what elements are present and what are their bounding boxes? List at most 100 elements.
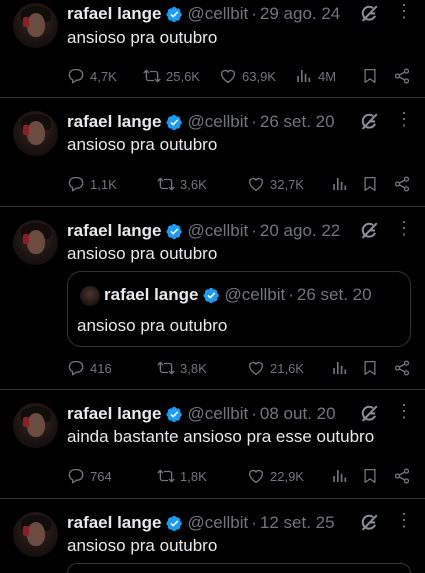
tweet-text: ainda bastante ansioso pra esse outubro xyxy=(67,427,375,446)
tweet-text: ansioso pra outubro xyxy=(67,135,218,154)
quoted-avatar xyxy=(80,286,100,306)
author-handle[interactable]: @cellbit xyxy=(188,112,249,132)
share-button[interactable] xyxy=(393,67,416,85)
reply-icon xyxy=(67,67,85,85)
like-icon xyxy=(247,175,265,193)
views-button[interactable] xyxy=(331,467,354,485)
reply-button[interactable]: 416 xyxy=(67,359,112,377)
repost-icon xyxy=(157,359,175,377)
tweet-header: rafael lange @cellbit · 29 ago. 24 xyxy=(67,4,340,24)
repost-button[interactable]: 3,8K xyxy=(157,359,207,377)
share-button[interactable] xyxy=(393,359,416,377)
reply-button[interactable]: 764 xyxy=(67,467,112,485)
tweet[interactable]: rafael lange @cellbit · 08 out. 20 ⋮ ain… xyxy=(0,390,425,499)
author-handle[interactable]: @cellbit xyxy=(188,404,249,424)
tweet-header: rafael lange @cellbit · 08 out. 20 xyxy=(67,404,336,424)
avatar[interactable] xyxy=(13,220,58,265)
author-name[interactable]: rafael lange xyxy=(67,513,162,533)
like-button[interactable]: 63,9K xyxy=(219,67,276,85)
views-button[interactable] xyxy=(331,175,354,193)
verified-badge-icon xyxy=(166,6,183,23)
avatar[interactable] xyxy=(13,512,58,557)
tweet[interactable]: rafael lange @cellbit · 26 set. 20 ⋮ ans… xyxy=(0,98,425,207)
author-handle[interactable]: @cellbit xyxy=(188,513,249,533)
share-icon xyxy=(393,67,411,85)
tweet-date[interactable]: 29 ago. 24 xyxy=(260,4,340,24)
like-icon xyxy=(219,67,237,85)
repost-button[interactable]: 1,8K xyxy=(157,467,207,485)
avatar[interactable] xyxy=(13,403,58,448)
separator-dot: · xyxy=(251,404,257,423)
action-bar: 4,7K 25,6K 63,9K 4M xyxy=(67,67,412,89)
reply-icon xyxy=(67,175,85,193)
tweet[interactable]: rafael lange @cellbit · 29 ago. 24 ⋮ ans… xyxy=(0,0,425,98)
repost-icon xyxy=(143,67,161,85)
quoted-header: rafael lange @cellbit · 26 set. 20 xyxy=(104,285,372,305)
media-preview[interactable] xyxy=(67,563,411,573)
bookmark-icon xyxy=(361,467,379,485)
repost-icon xyxy=(157,467,175,485)
tweet-date[interactable]: 20 ago. 22 xyxy=(260,221,340,241)
reply-button[interactable]: 4,7K xyxy=(67,67,117,85)
like-count: 63,9K xyxy=(242,68,276,84)
grok-icon[interactable] xyxy=(358,512,380,534)
verified-badge-icon xyxy=(166,223,183,240)
author-handle[interactable]: @cellbit xyxy=(188,221,249,241)
avatar[interactable] xyxy=(13,111,58,156)
share-icon xyxy=(393,175,411,193)
reply-count: 764 xyxy=(90,468,112,484)
grok-icon[interactable] xyxy=(358,3,380,25)
reply-count: 4,7K xyxy=(90,68,117,84)
share-button[interactable] xyxy=(393,175,416,193)
tweet-text: ansioso pra outubro xyxy=(67,244,218,263)
author-name[interactable]: rafael lange xyxy=(67,4,162,24)
share-icon xyxy=(393,359,411,377)
like-button[interactable]: 21,6K xyxy=(247,359,304,377)
author-name[interactable]: rafael lange xyxy=(67,112,162,132)
action-bar: 764 1,8K 22,9K xyxy=(67,467,412,489)
more-icon[interactable]: ⋮ xyxy=(395,110,413,128)
like-count: 22,9K xyxy=(270,468,304,484)
grok-icon[interactable] xyxy=(358,403,380,425)
reply-button[interactable]: 1,1K xyxy=(67,175,117,193)
more-icon[interactable]: ⋮ xyxy=(395,219,413,237)
repost-count: 3,8K xyxy=(180,360,207,376)
like-button[interactable]: 22,9K xyxy=(247,467,304,485)
verified-badge-icon xyxy=(203,287,220,304)
views-button[interactable] xyxy=(331,359,354,377)
tweet-date[interactable]: 26 set. 20 xyxy=(260,112,335,132)
reply-count: 1,1K xyxy=(90,176,117,192)
reply-icon xyxy=(67,359,85,377)
views-button[interactable]: 4M xyxy=(295,67,336,85)
author-name[interactable]: rafael lange xyxy=(67,404,162,424)
more-icon[interactable]: ⋮ xyxy=(395,2,413,20)
author-name[interactable]: rafael lange xyxy=(67,221,162,241)
author-handle[interactable]: @cellbit xyxy=(188,4,249,24)
repost-count: 3,6K xyxy=(180,176,207,192)
view-count: 4M xyxy=(318,68,337,84)
tweet[interactable]: rafael lange @cellbit · 12 set. 25 ⋮ ans… xyxy=(0,499,425,567)
like-button[interactable]: 32,7K xyxy=(247,175,304,193)
tweet[interactable]: rafael lange @cellbit · 20 ago. 22 ⋮ ans… xyxy=(0,207,425,390)
bookmark-button[interactable] xyxy=(361,359,384,377)
quoted-tweet[interactable]: rafael lange @cellbit · 26 set. 20 ansio… xyxy=(67,271,411,347)
more-icon[interactable]: ⋮ xyxy=(395,402,413,420)
tweet-date[interactable]: 08 out. 20 xyxy=(260,404,336,424)
tweet-header: rafael lange @cellbit · 26 set. 20 xyxy=(67,112,335,132)
grok-icon[interactable] xyxy=(358,111,380,133)
share-button[interactable] xyxy=(393,467,416,485)
repost-count: 1,8K xyxy=(180,468,207,484)
views-icon xyxy=(295,67,313,85)
tweet-text: ansioso pra outubro xyxy=(67,536,218,555)
tweet-date[interactable]: 12 set. 25 xyxy=(260,513,335,533)
repost-button[interactable]: 3,6K xyxy=(157,175,207,193)
bookmark-button[interactable] xyxy=(361,467,384,485)
quoted-date: 26 set. 20 xyxy=(296,285,372,304)
more-icon[interactable]: ⋮ xyxy=(395,511,413,529)
bookmark-button[interactable] xyxy=(361,67,384,85)
grok-icon[interactable] xyxy=(358,220,380,242)
separator-dot: · xyxy=(251,112,257,131)
bookmark-button[interactable] xyxy=(361,175,384,193)
avatar[interactable] xyxy=(13,3,58,48)
repost-button[interactable]: 25,6K xyxy=(143,67,200,85)
